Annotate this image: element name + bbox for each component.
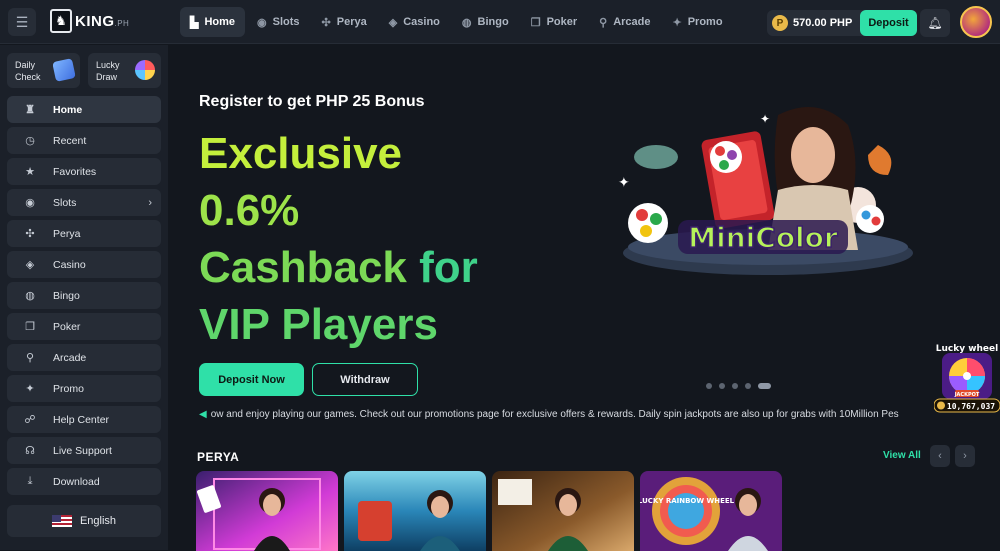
svg-text:10,767,037: 10,767,037 (947, 402, 995, 411)
download-icon: ⤓ (27, 475, 33, 487)
sidebar-item-poker[interactable]: ❐ Poker (7, 313, 161, 340)
slots-icon: ◉ (25, 197, 35, 209)
nav-promo[interactable]: ✦ Promo (663, 7, 733, 37)
nav-perya[interactable]: ✣ Perya (312, 7, 377, 37)
coin-icon: P (772, 15, 788, 31)
sidebar: Daily Check Lucky Draw ♜ Home ◷ Recent ★ Fa… (0, 45, 168, 550)
hamburger-icon: ☰ (15, 13, 29, 30)
sidebar-item-slots[interactable]: ◉ Slots › (7, 189, 161, 216)
sidebar-item-casino[interactable]: ◈ Casino (7, 251, 161, 278)
sidebar-item-download[interactable]: ⤓ Download (7, 468, 161, 495)
menu-toggle-button[interactable]: ☰ (8, 8, 36, 36)
svg-text:JACKPOT: JACKPOT (954, 392, 980, 398)
deposit-button[interactable]: Deposit (860, 10, 917, 36)
calendar-icon (52, 58, 76, 82)
nav-casino[interactable]: ◈ Casino (379, 7, 450, 37)
sidebar-item-arcade[interactable]: ⚲ Arcade (7, 344, 161, 371)
withdraw-button[interactable]: Withdraw (312, 363, 418, 396)
game-card[interactable] (492, 471, 634, 551)
sidebar-item-help-center[interactable]: ☍ Help Center (7, 406, 161, 433)
game-card[interactable] (344, 471, 486, 551)
casino-icon: ◈ (25, 259, 35, 271)
hero-headline: Exclusive 0.6% Cashback for VIP Players (199, 129, 478, 349)
user-avatar[interactable] (960, 6, 992, 38)
daily-check-button[interactable]: Daily Check (7, 53, 80, 88)
clock-icon: ◷ (25, 135, 35, 147)
svg-text:LUCKY RAINBOW WHEEL: LUCKY RAINBOW WHEEL (640, 497, 735, 505)
carousel-dot[interactable] (745, 383, 751, 389)
sidebar-item-recent[interactable]: ◷ Recent (7, 127, 161, 154)
brand-name: KING (75, 12, 115, 30)
promo-icon: ✦ (25, 383, 35, 395)
minicolor-banner-image[interactable]: MiniColor ✦ ✦ (608, 95, 918, 285)
lucky-draw-button[interactable]: Lucky Draw (88, 53, 161, 88)
sidebar-item-perya[interactable]: ✣ Perya (7, 220, 161, 247)
sidebar-item-favorites[interactable]: ★ Favorites (7, 158, 161, 185)
game-card[interactable]: LUCKY RAINBOW WHEEL (640, 471, 782, 551)
scroll-left-button[interactable]: ‹ (930, 445, 950, 467)
carousel-dots (706, 383, 771, 389)
balance-amount: 570.00 PHP (793, 17, 853, 29)
home-icon: ▙ (190, 16, 199, 29)
nav-slots[interactable]: ◉ Slots (247, 7, 310, 37)
language-selector[interactable]: English (7, 505, 161, 537)
us-flag-icon (51, 515, 72, 527)
nav-home[interactable]: ▙ Home (180, 7, 246, 37)
slots-icon: ◉ (257, 16, 267, 29)
perya-icon: ✣ (321, 16, 331, 29)
bingo-icon: ◍ (25, 290, 35, 302)
lucky-wheel-icon: Lucky wheel JACKPOT 10,767,037 (933, 344, 1000, 413)
svg-text:Lucky wheel: Lucky wheel (936, 344, 998, 354)
perya-icon: ✣ (25, 228, 35, 240)
carousel-dot[interactable] (732, 383, 738, 389)
casino-icon: ◈ (388, 16, 398, 29)
bingo-icon: ◍ (461, 16, 472, 29)
promo-icon: ✦ (672, 16, 682, 29)
top-bar: ☰ ♞ KING.PH ▙ Home ◉ Slots ✣ Perya ◈ Casino … (0, 0, 1000, 44)
nav-bingo[interactable]: ◍ Bingo (452, 7, 519, 37)
lucky-wheel-widget[interactable]: Lucky wheel JACKPOT 10,767,037 (933, 341, 1000, 415)
poker-icon: ❐ (25, 321, 35, 333)
home-icon: ♜ (25, 104, 35, 116)
game-card[interactable] (196, 471, 338, 551)
speaker-icon: ◀ (199, 409, 207, 420)
carousel-dot-active[interactable] (758, 383, 771, 389)
nav-arcade[interactable]: ⚲ Arcade (589, 7, 660, 37)
section-title-perya: PERYA (197, 450, 240, 464)
carousel-dot[interactable] (706, 383, 712, 389)
brand-suffix: .PH (114, 18, 130, 28)
logo-icon: ♞ (50, 9, 72, 33)
deposit-now-button[interactable]: Deposit Now (199, 363, 304, 396)
help-icon: ☍ (24, 414, 36, 426)
star-icon: ★ (25, 166, 35, 178)
wheel-icon (135, 60, 155, 80)
scroll-right-button[interactable]: › (955, 445, 975, 467)
nav-poker[interactable]: ❐ Poker (521, 7, 587, 37)
register-bonus-text: Register to get PHP 25 Bonus (199, 93, 425, 110)
notifications-button[interactable]: 🔔︎ (920, 9, 950, 37)
chevron-left-icon: ‹ (938, 450, 942, 462)
svg-text:✦: ✦ (618, 175, 630, 191)
minicolor-logo-text: MiniColor (688, 221, 838, 254)
headset-icon: ☊ (25, 445, 35, 457)
wallet-balance[interactable]: P 570.00 PHP Deposit (767, 10, 917, 36)
arcade-icon: ⚲ (599, 16, 608, 29)
announcement-marquee: ◀ ow and enjoy playing our games. Check o… (199, 409, 899, 420)
sidebar-item-bingo[interactable]: ◍ Bingo (7, 282, 161, 309)
sidebar-item-home[interactable]: ♜ Home (7, 96, 161, 123)
chevron-right-icon: › (148, 196, 152, 209)
site-logo[interactable]: ♞ KING.PH (50, 9, 129, 33)
view-all-link[interactable]: View All (883, 450, 921, 461)
arcade-icon: ⚲ (25, 352, 35, 364)
main-content: Register to get PHP 25 Bonus Exclusive 0… (168, 45, 1000, 551)
sidebar-item-promo[interactable]: ✦ Promo (7, 375, 161, 402)
sidebar-item-live-support[interactable]: ☊ Live Support (7, 437, 161, 464)
carousel-dot[interactable] (719, 383, 725, 389)
main-nav: ▙ Home ◉ Slots ✣ Perya ◈ Casino ◍ Bingo ❐ Poke… (180, 7, 733, 37)
chevron-right-icon: › (963, 450, 967, 462)
svg-text:✦: ✦ (760, 112, 770, 126)
poker-icon: ❐ (530, 16, 541, 29)
bell-icon: 🔔︎ (927, 16, 943, 30)
